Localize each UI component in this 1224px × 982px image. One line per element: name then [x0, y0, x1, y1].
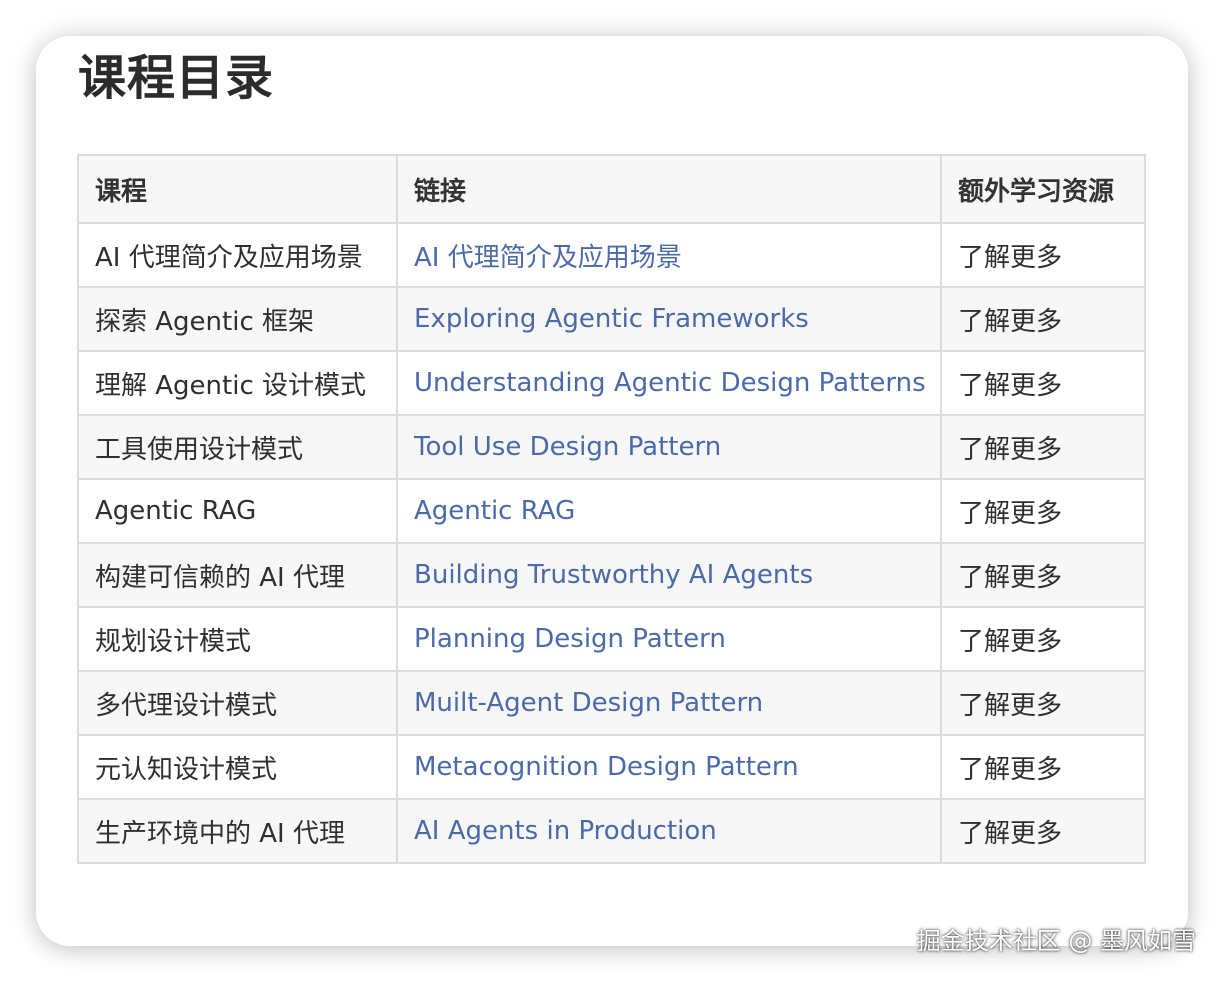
table-row: 探索 Agentic 框架 Exploring Agentic Framewor…: [77, 286, 1146, 352]
learn-more[interactable]: 了解更多: [958, 371, 1062, 401]
learn-more[interactable]: 了解更多: [958, 435, 1062, 465]
table-row: 规划设计模式 Planning Design Pattern 了解更多: [77, 606, 1146, 672]
course-link[interactable]: AI Agents in Production: [414, 816, 717, 846]
learn-more-cell: 了解更多: [940, 478, 1146, 544]
course-link[interactable]: Exploring Agentic Frameworks: [414, 304, 809, 334]
course-link[interactable]: AI 代理简介及应用场景: [414, 243, 682, 273]
course-link[interactable]: Muilt-Agent Design Pattern: [414, 688, 763, 718]
course-link[interactable]: Planning Design Pattern: [414, 624, 726, 654]
learn-more[interactable]: 了解更多: [958, 563, 1062, 593]
learn-more-cell: 了解更多: [940, 222, 1146, 288]
course-name: 探索 Agentic 框架: [77, 286, 398, 352]
link-cell: Building Trustworthy AI Agents: [396, 542, 942, 608]
link-cell: Exploring Agentic Frameworks: [396, 286, 942, 352]
table-row: 生产环境中的 AI 代理 AI Agents in Production 了解更…: [77, 798, 1146, 864]
link-cell: Planning Design Pattern: [396, 606, 942, 672]
learn-more-cell: 了解更多: [940, 606, 1146, 672]
table-row: 多代理设计模式 Muilt-Agent Design Pattern 了解更多: [77, 670, 1146, 736]
table-row: 构建可信赖的 AI 代理 Building Trustworthy AI Age…: [77, 542, 1146, 608]
link-cell: Tool Use Design Pattern: [396, 414, 942, 480]
course-link[interactable]: Understanding Agentic Design Patterns: [414, 368, 926, 398]
course-link[interactable]: Tool Use Design Pattern: [414, 432, 721, 462]
learn-more-cell: 了解更多: [940, 286, 1146, 352]
learn-more[interactable]: 了解更多: [958, 499, 1062, 529]
table-row: Agentic RAG Agentic RAG 了解更多: [77, 478, 1146, 544]
learn-more[interactable]: 了解更多: [958, 819, 1062, 849]
course-link[interactable]: Metacognition Design Pattern: [414, 752, 799, 782]
table-row: 工具使用设计模式 Tool Use Design Pattern 了解更多: [77, 414, 1146, 480]
learn-more[interactable]: 了解更多: [958, 691, 1062, 721]
learn-more[interactable]: 了解更多: [958, 755, 1062, 785]
course-name: 生产环境中的 AI 代理: [77, 798, 398, 864]
table-row: AI 代理简介及应用场景 AI 代理简介及应用场景 了解更多: [77, 222, 1146, 288]
course-name: 工具使用设计模式: [77, 414, 398, 480]
learn-more-cell: 了解更多: [940, 734, 1146, 800]
header-course: 课程: [77, 154, 398, 224]
link-cell: Agentic RAG: [396, 478, 942, 544]
learn-more[interactable]: 了解更多: [958, 307, 1062, 337]
course-name: 理解 Agentic 设计模式: [77, 350, 398, 416]
watermark: 掘金技术社区 @ 墨风如雪: [916, 927, 1196, 955]
link-cell: Metacognition Design Pattern: [396, 734, 942, 800]
learn-more-cell: 了解更多: [940, 414, 1146, 480]
table-row: 元认知设计模式 Metacognition Design Pattern 了解更…: [77, 734, 1146, 800]
course-name: AI 代理简介及应用场景: [77, 222, 398, 288]
learn-more-cell: 了解更多: [940, 798, 1146, 864]
learn-more[interactable]: 了解更多: [958, 627, 1062, 657]
course-name: 元认知设计模式: [77, 734, 398, 800]
course-link[interactable]: Building Trustworthy AI Agents: [414, 560, 813, 590]
course-name: 多代理设计模式: [77, 670, 398, 736]
learn-more-cell: 了解更多: [940, 670, 1146, 736]
course-name: 构建可信赖的 AI 代理: [77, 542, 398, 608]
link-cell: AI Agents in Production: [396, 798, 942, 864]
learn-more-cell: 了解更多: [940, 350, 1146, 416]
header-extra-resources: 额外学习资源: [940, 154, 1146, 224]
table-header-row: 课程 链接 额外学习资源: [77, 154, 1146, 224]
link-cell: AI 代理简介及应用场景: [396, 222, 942, 288]
course-card: 课程目录 课程 链接 额外学习资源 AI 代理简介及应用场景 AI 代理简介及应…: [36, 36, 1188, 946]
course-link[interactable]: Agentic RAG: [414, 496, 575, 526]
table-row: 理解 Agentic 设计模式 Understanding Agentic De…: [77, 350, 1146, 416]
course-name: Agentic RAG: [77, 478, 398, 544]
page-title: 课程目录: [78, 50, 275, 106]
course-table: 课程 链接 额外学习资源 AI 代理简介及应用场景 AI 代理简介及应用场景 了…: [77, 154, 1146, 864]
header-link: 链接: [396, 154, 942, 224]
link-cell: Muilt-Agent Design Pattern: [396, 670, 942, 736]
learn-more[interactable]: 了解更多: [958, 243, 1062, 273]
course-name: 规划设计模式: [77, 606, 398, 672]
link-cell: Understanding Agentic Design Patterns: [396, 350, 942, 416]
learn-more-cell: 了解更多: [940, 542, 1146, 608]
